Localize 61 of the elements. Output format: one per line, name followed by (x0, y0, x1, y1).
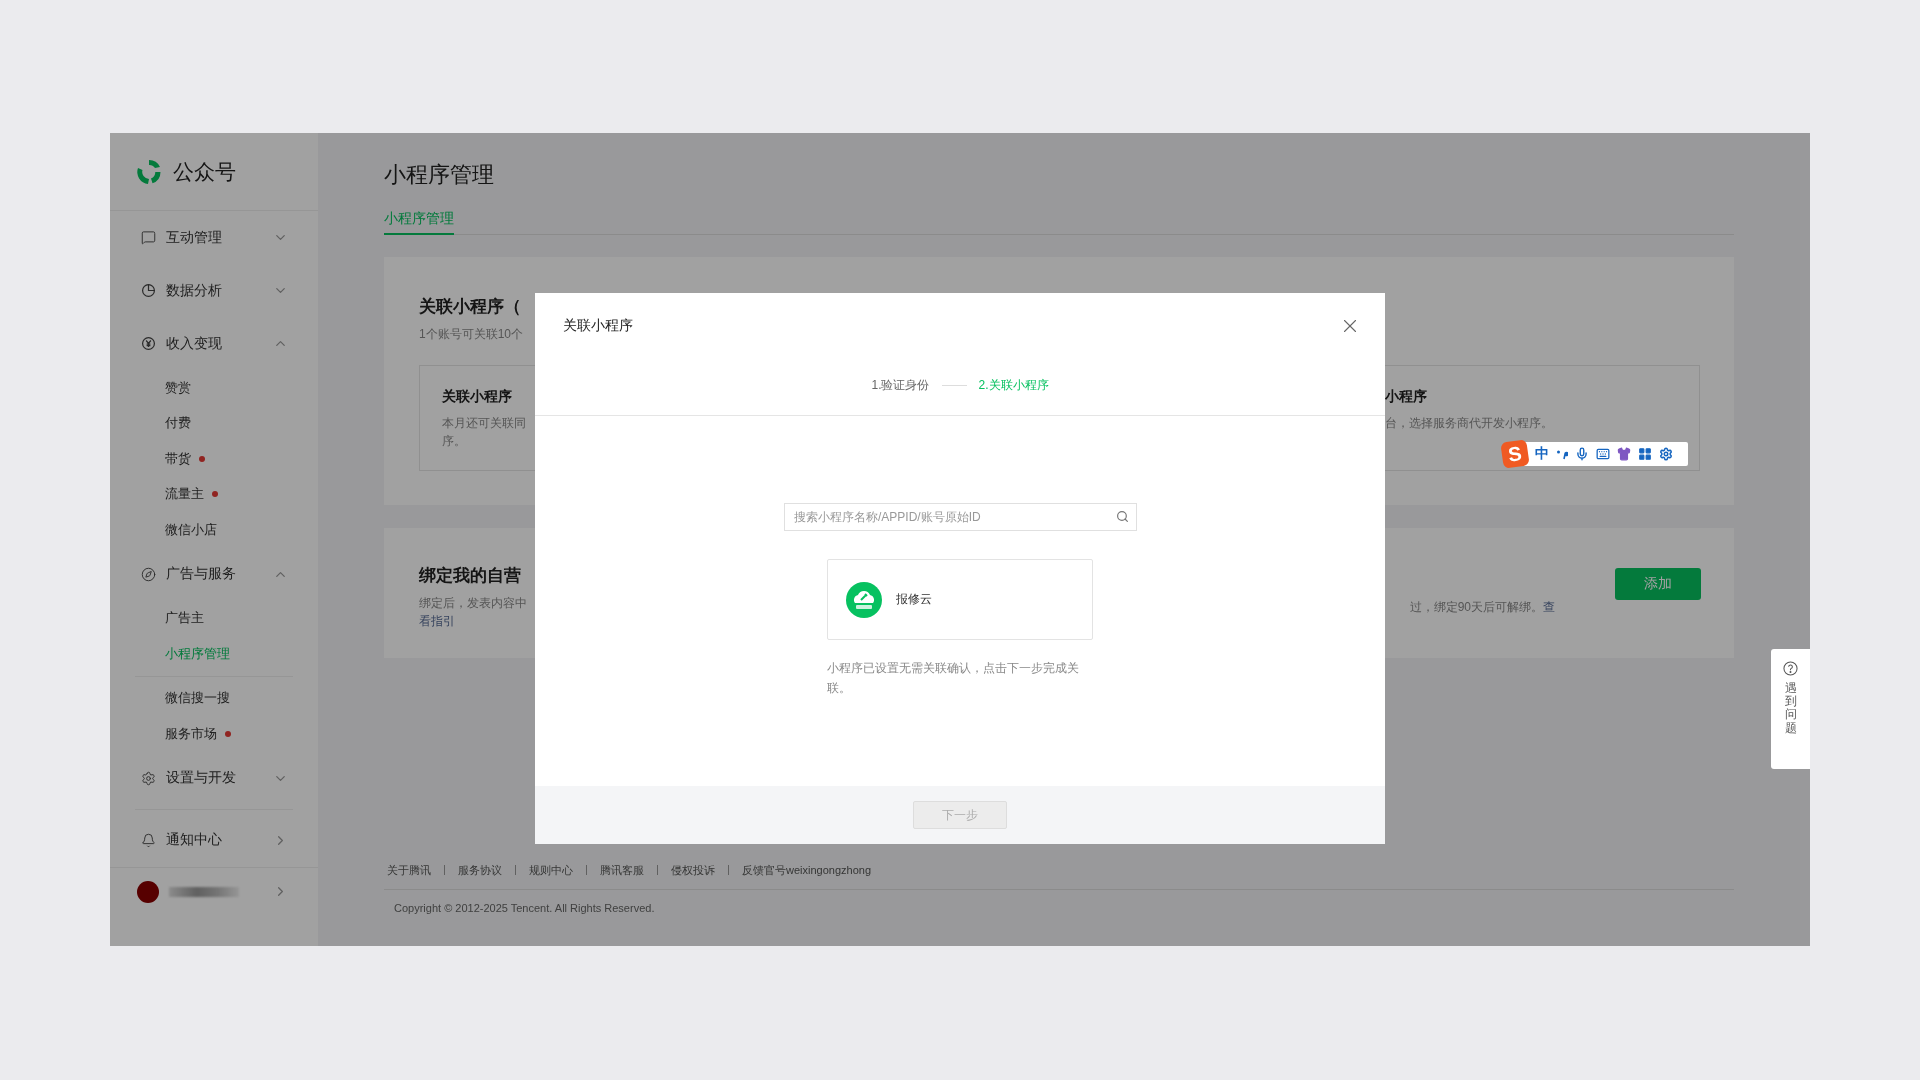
copyright-text: Copyright © 2012-2025 Tencent. All Rights Reserved. (394, 902, 656, 914)
mini-program-name: 报修云 (896, 591, 932, 608)
footer-link[interactable]: 服务协议 (444, 865, 515, 875)
sidebar-item[interactable]: 流量主 (110, 476, 318, 512)
sidebar-group[interactable]: 通知中心 (110, 813, 318, 867)
cloud-wrench-icon (846, 581, 882, 618)
page-title: 小程序管理 (384, 161, 495, 189)
sidebar-item[interactable]: 微信小店 (110, 512, 318, 548)
dialog-title: 关联小程序 (563, 317, 633, 335)
sidebar-item[interactable]: 带货 (110, 441, 318, 477)
help-icon (1783, 661, 1798, 676)
card-title: 关联小程序（ (419, 296, 522, 318)
option-description: 本月还可关联同 序。 (442, 415, 526, 450)
keyboard-icon[interactable] (1596, 447, 1610, 461)
input-mode-toggle[interactable]: 中 (1535, 445, 1549, 463)
microphone-icon[interactable] (1575, 447, 1589, 461)
guide-link[interactable]: 看指引 (419, 614, 455, 628)
footer-link[interactable]: 侵权投诉 (657, 865, 728, 875)
sidebar-item[interactable]: 微信搜一搜 (110, 680, 318, 716)
option-title: 关联小程序 (442, 388, 513, 406)
card-subtitle: 过，绑定90天后可解绑。查 (1409, 599, 1555, 616)
yen-coin-icon (141, 336, 156, 351)
option-title: 小程序 (1385, 388, 1428, 406)
sidebar-item[interactable]: 赞赏 (110, 370, 318, 406)
sidebar-item[interactable]: 服务市场 (110, 716, 318, 752)
pie-chart-icon (141, 283, 156, 298)
sidebar-group[interactable]: 数据分析 (110, 264, 318, 317)
blurred-account-name (169, 886, 239, 897)
footer-link[interactable]: 规则中心 (515, 865, 586, 875)
sidebar-group[interactable]: 广告与服务 (110, 547, 318, 601)
search-field[interactable]: 搜索小程序名称/APPID/账号原始ID (784, 503, 1137, 531)
brand-name: 公众号 (173, 158, 236, 185)
sidebar-group[interactable]: 设置与开发 (110, 751, 318, 805)
punctuation-icon[interactable] (1556, 448, 1568, 460)
gear-icon (141, 770, 156, 786)
card-subtitle: 1个账号可关联10个 (419, 326, 524, 343)
guide-link[interactable]: 查 (1543, 600, 1555, 614)
logo-icon (135, 157, 163, 186)
shirt-icon[interactable] (1617, 447, 1631, 461)
bell-icon (141, 832, 156, 848)
sidebar-item[interactable]: 付费 (110, 405, 318, 441)
gear-icon[interactable] (1659, 447, 1673, 461)
compass-icon (141, 566, 156, 582)
option-description: 台，选择服务商代开发小程序。 (1385, 415, 1554, 432)
sidebar-item[interactable]: 广告主 (110, 600, 318, 636)
help-tab[interactable]: 遇到问题 (1771, 649, 1810, 769)
grid-icon[interactable] (1638, 447, 1652, 461)
search-icon[interactable] (1116, 510, 1129, 523)
step-label: 1.验证身份 (871, 376, 930, 394)
footer-link[interactable]: 反馈官号weixingongzhong (728, 865, 884, 875)
chat-bubble-icon (141, 230, 156, 245)
mini-program-result[interactable]: 报修云 (827, 559, 1093, 640)
card-title: 绑定我的自营 (419, 565, 522, 587)
sidebar-group[interactable]: 互动管理 (110, 211, 318, 264)
avatar[interactable] (137, 880, 159, 903)
step-label: 2.关联小程序 (978, 376, 1049, 394)
footer-link[interactable]: 腾讯客服 (586, 865, 657, 875)
dialog-note: 小程序已设置无需关联确认，点击下一步完成关联。 (827, 660, 1080, 697)
card-subtitle: 绑定后，发表内容中 (419, 595, 527, 612)
sidebar-group[interactable]: 收入变现 (110, 317, 318, 370)
footer-link[interactable]: 关于腾讯 (384, 865, 444, 875)
